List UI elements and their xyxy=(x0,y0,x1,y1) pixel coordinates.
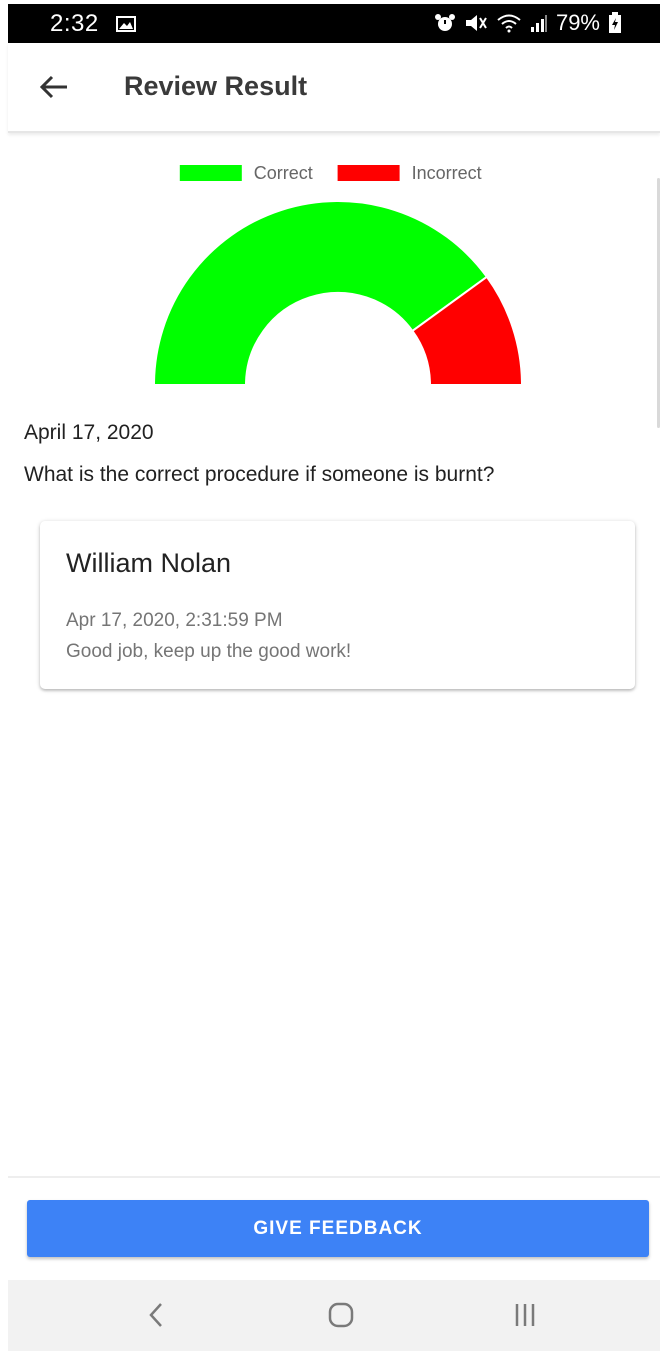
give-feedback-button[interactable]: GIVE FEEDBACK xyxy=(27,1200,649,1257)
feedback-card: William Nolan Apr 17, 2020, 2:31:59 PM G… xyxy=(40,521,635,689)
divider xyxy=(8,1176,660,1178)
alarm-icon xyxy=(434,13,456,33)
legend-label-correct: Correct xyxy=(254,163,313,183)
mute-icon xyxy=(464,13,488,33)
legend-label-incorrect: Incorrect xyxy=(412,163,482,183)
battery-percent: 79% xyxy=(555,10,600,35)
back-button[interactable] xyxy=(36,71,72,107)
nav-back-button[interactable] xyxy=(136,1300,176,1334)
legend-swatch-correct[interactable] xyxy=(179,165,242,181)
feedback-author: William Nolan xyxy=(66,548,232,578)
page-title: Review Result xyxy=(124,71,308,101)
wifi-icon xyxy=(496,13,522,33)
chart-slices xyxy=(152,200,524,386)
app-bar: Review Result xyxy=(8,43,660,133)
image-icon xyxy=(116,16,136,32)
status-icons: 79% xyxy=(434,10,622,36)
feedback-message: Good job, keep up the good work! xyxy=(66,641,352,662)
nav-recents-icon xyxy=(512,1302,538,1333)
chart-legend: Correct Incorrect xyxy=(179,163,482,183)
status-time: 2:32 xyxy=(50,10,99,37)
legend-swatch-incorrect[interactable] xyxy=(337,165,400,181)
feedback-timestamp: Apr 17, 2020, 2:31:59 PM xyxy=(66,610,283,631)
result-chart: Correct Incorrect xyxy=(8,150,660,395)
review-date: April 17, 2020 xyxy=(24,421,154,444)
status-bar: 2:32 79% xyxy=(8,4,660,43)
system-nav-bar xyxy=(8,1280,660,1351)
nav-back-icon xyxy=(148,1301,164,1334)
review-question: What is the correct procedure if someone… xyxy=(24,463,495,486)
arrow-left-icon xyxy=(39,75,69,104)
signal-icon xyxy=(530,13,548,33)
nav-recents-button[interactable] xyxy=(505,1300,545,1334)
nav-home-button[interactable] xyxy=(321,1300,361,1334)
nav-home-icon xyxy=(327,1301,355,1334)
half-doughnut-chart: Correct Incorrect xyxy=(152,163,524,386)
battery-icon xyxy=(608,12,622,34)
